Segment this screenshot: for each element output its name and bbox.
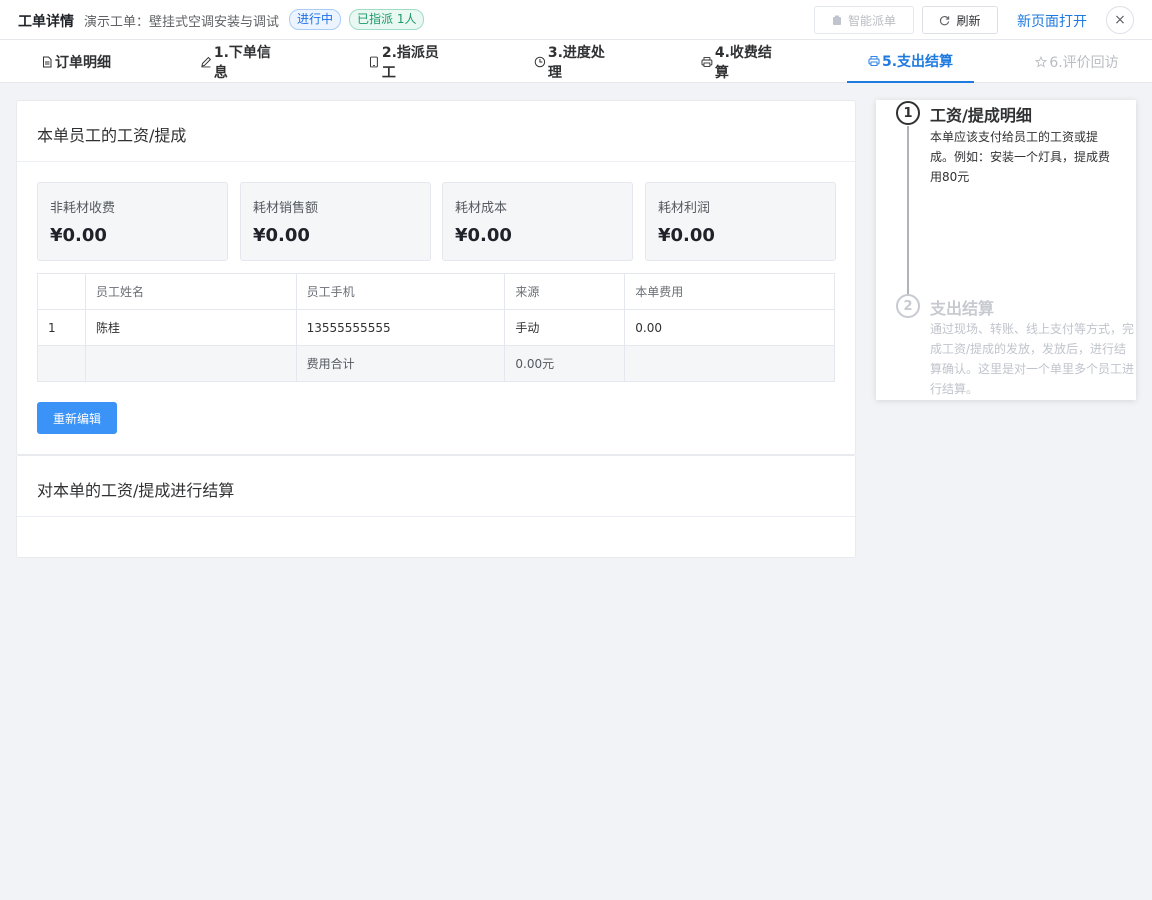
column-header: 本单费用 — [624, 273, 835, 310]
column-header: 来源 — [504, 273, 626, 310]
table-summary-row: 费用合计 0.00元 — [37, 345, 835, 382]
tab-progress[interactable]: 3.进度处理 — [534, 40, 618, 83]
stat-value: ¥0.00 — [455, 225, 512, 246]
close-icon: × — [1114, 12, 1126, 28]
reedit-button[interactable]: 重新编辑 — [37, 402, 117, 434]
refresh-button[interactable]: 刷新 — [922, 6, 998, 34]
table-header-row: 员工姓名 员工手机 来源 本单费用 — [37, 273, 835, 310]
tab-order-detail[interactable]: 订单明细 — [40, 40, 112, 83]
staff-name: 陈桂 — [84, 309, 297, 346]
stat-label: 耗材利润 — [658, 201, 711, 216]
step-title-2: 支出结算 — [930, 299, 995, 318]
smart-dispatch-label: 智能派单 — [847, 13, 896, 28]
stat-non-material-fee: 非耗材收费 ¥0.00 — [37, 182, 228, 261]
stat-material-sales: 耗材销售额 ¥0.00 — [240, 182, 431, 261]
assigned-badge: 已指派 1人 — [349, 9, 425, 30]
column-header: 员工手机 — [295, 273, 506, 310]
order-subtitle: 演示工单：壁挂式空调安装与调试 — [84, 15, 280, 30]
close-button[interactable]: × — [1106, 6, 1134, 34]
stat-value: ¥0.00 — [253, 225, 310, 246]
stat-material-profit: 耗材利润 ¥0.00 — [645, 182, 836, 261]
refresh-icon — [940, 15, 950, 25]
step-desc-1: 本单应该支付给员工的工资或提成。例如：安装一个灯具，提成费用80元 — [930, 130, 1111, 184]
document-icon — [43, 56, 52, 67]
staff-phone: 13555555555 — [295, 309, 506, 346]
tab-charge-settlement[interactable]: 4.收费结算 — [701, 40, 785, 83]
stat-label: 非耗材收费 — [50, 201, 116, 216]
step-title-1: 工资/提成明细 — [930, 106, 1032, 125]
step-number-1: 1 — [896, 101, 920, 125]
salary-card-title: 本单员工的工资/提成 — [37, 126, 187, 145]
total-value: 0.00元 — [504, 345, 626, 382]
column-header: 员工姓名 — [84, 273, 297, 310]
settlement-card: 对本单的工资/提成进行结算 — [16, 455, 856, 558]
open-new-page-link[interactable]: 新页面打开 — [1017, 11, 1087, 31]
tab-bar: 订单明细 1.下单信息 2.指派员工 3.进度处理 4.收费结算 5.支出结算 … — [0, 40, 1152, 83]
step-number-2: 2 — [896, 294, 920, 318]
tablet-icon — [369, 56, 378, 67]
smart-dispatch-button[interactable]: 智能派单 — [814, 6, 914, 34]
tab-order-info[interactable]: 1.下单信息 — [200, 40, 284, 83]
total-label: 费用合计 — [295, 345, 506, 382]
tab-expense-settlement[interactable]: 5.支出结算 — [847, 40, 974, 83]
pencil-icon — [201, 56, 212, 67]
printer-icon — [701, 56, 713, 67]
salary-card: 本单员工的工资/提成 非耗材收费 ¥0.00 耗材销售额 ¥0.00 耗材成本 … — [16, 100, 856, 455]
order-fee: 0.00 — [624, 309, 835, 346]
stat-label: 耗材成本 — [455, 201, 508, 216]
column-header — [37, 273, 86, 310]
refresh-label: 刷新 — [956, 13, 981, 28]
status-badge: 进行中 — [289, 9, 342, 30]
source: 手动 — [504, 309, 626, 346]
card-divider — [17, 161, 855, 162]
clock-icon — [534, 56, 546, 67]
settlement-card-title: 对本单的工资/提成进行结算 — [37, 481, 235, 500]
printer-icon — [868, 55, 880, 66]
stat-label: 耗材销售额 — [253, 201, 319, 216]
page-title: 工单详情 — [18, 14, 74, 30]
staff-salary-table: 员工姓名 员工手机 来源 本单费用 1 陈桂 13555555555 手动 0.… — [37, 273, 835, 382]
card-divider — [17, 516, 855, 517]
stat-material-cost: 耗材成本 ¥0.00 — [442, 182, 633, 261]
star-icon — [1035, 55, 1048, 67]
dispatch-icon — [832, 15, 841, 25]
tab-assign-staff[interactable]: 2.指派员工 — [368, 40, 452, 83]
step-connector — [907, 126, 909, 294]
step-desc-2: 通过现场、转账、线上支付等方式，完成工资/提成的发放，发放后，进行结算确认。这里… — [930, 322, 1135, 396]
stat-value: ¥0.00 — [50, 225, 107, 246]
stat-value: ¥0.00 — [658, 225, 715, 246]
top-header: 工单详情 演示工单：壁挂式空调安装与调试 进行中 已指派 1人 智能派单 刷新 … — [0, 0, 1152, 40]
tab-review-visit[interactable]: 6.评价回访 — [1034, 40, 1120, 83]
row-index: 1 — [37, 309, 86, 346]
table-row: 1 陈桂 13555555555 手动 0.00 — [37, 309, 835, 346]
steps-panel: 1 工资/提成明细 本单应该支付给员工的工资或提成。例如：安装一个灯具，提成费用… — [876, 100, 1136, 400]
